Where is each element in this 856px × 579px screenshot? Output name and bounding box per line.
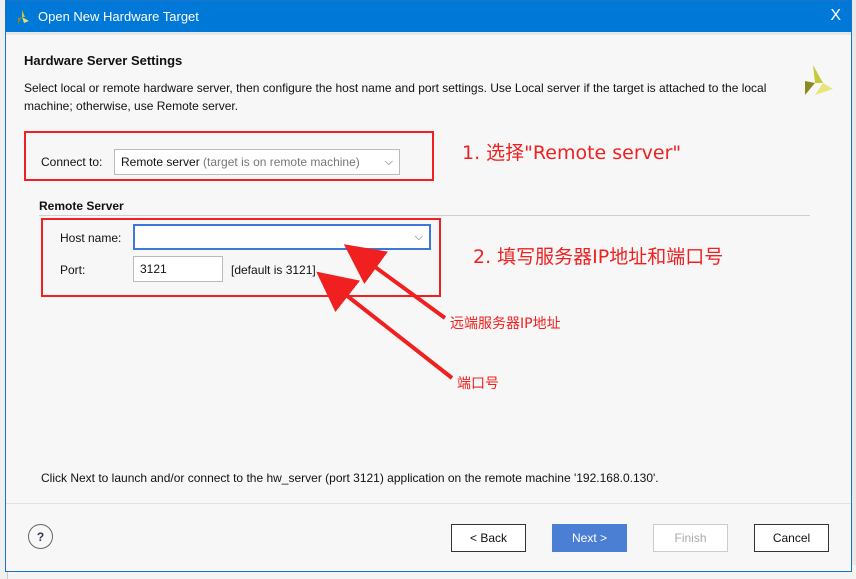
annotation-arrows	[316, 244, 454, 380]
